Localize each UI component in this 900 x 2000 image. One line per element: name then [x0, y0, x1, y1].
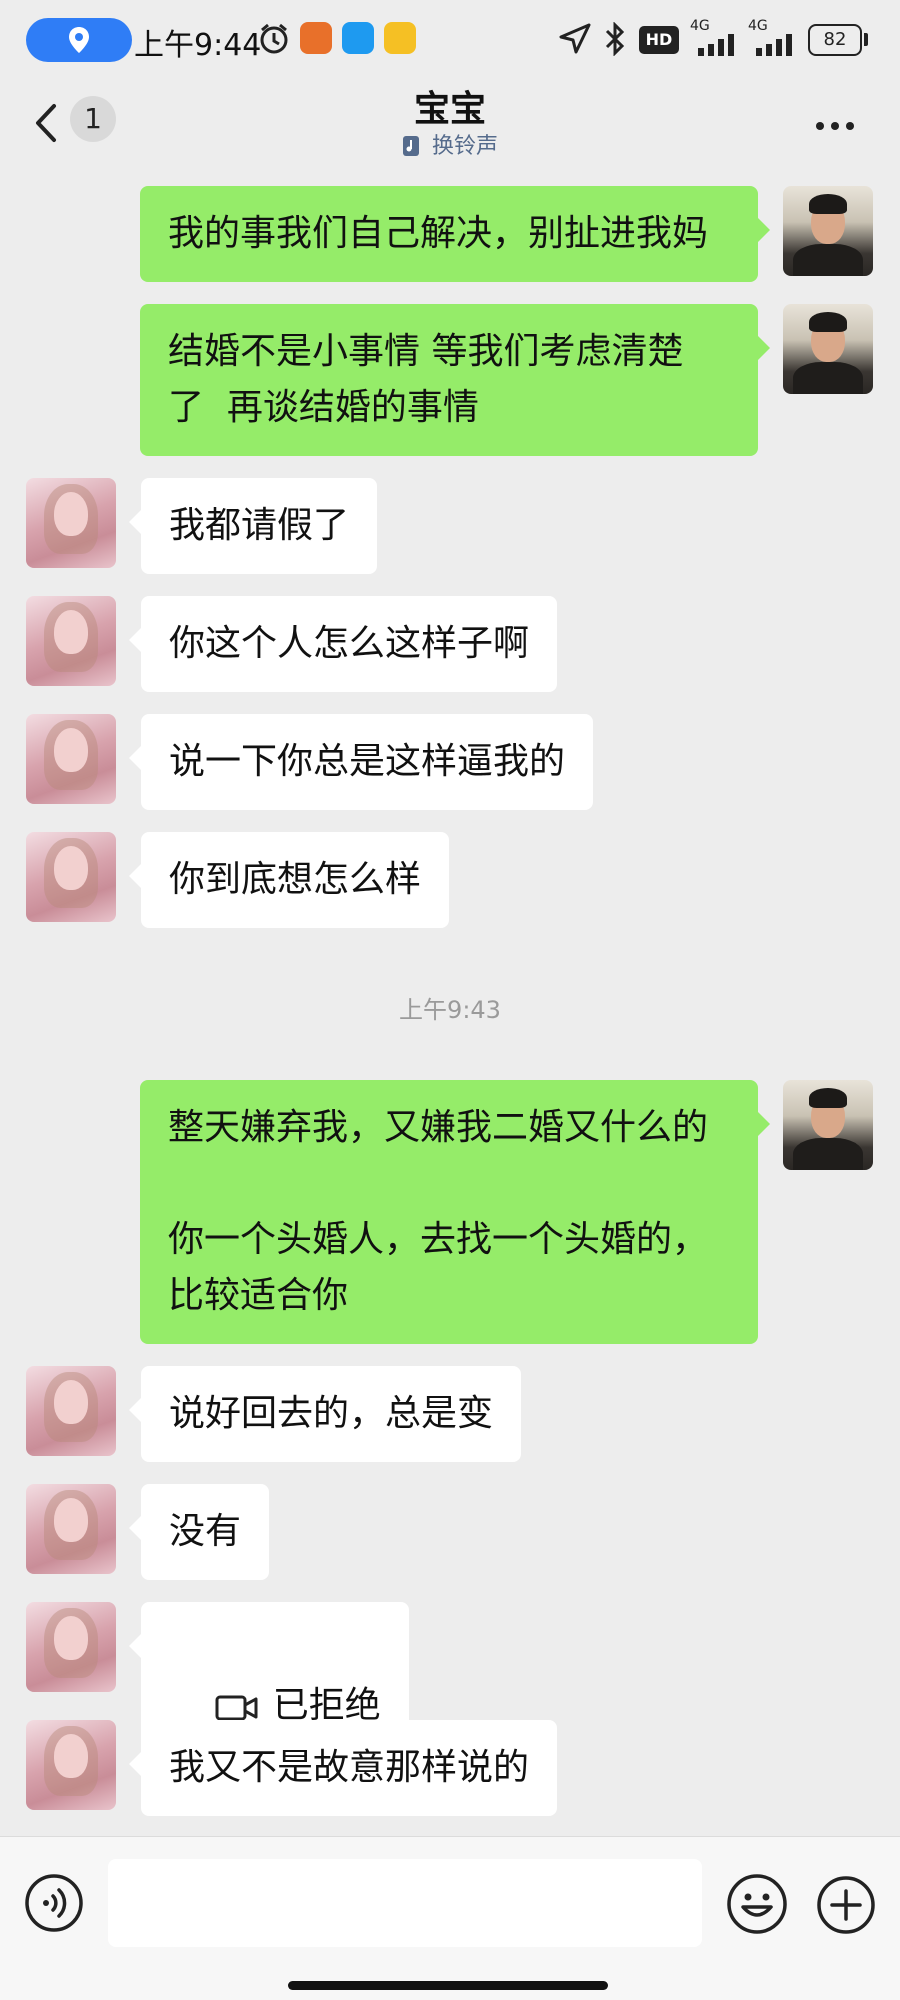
app-tiger-icon: [300, 22, 332, 54]
avatar-contact[interactable]: [26, 596, 116, 686]
avatar-contact[interactable]: [26, 1602, 116, 1692]
chat-timestamp: 上午9:43: [399, 996, 501, 1024]
app-yellow-icon: [384, 22, 416, 54]
app-blue-icon: [342, 22, 374, 54]
status-bar: 上午9:44 HD 4G 4G 82: [0, 0, 900, 80]
avatar-contact[interactable]: [26, 1720, 116, 1810]
bluetooth-icon: [605, 22, 625, 56]
hd-voice-badge: HD: [639, 26, 679, 54]
message-bubble-out[interactable]: 我的事我们自己解决，别扯进我妈: [140, 186, 770, 282]
battery-tip: [864, 33, 868, 46]
input-bar: [0, 1836, 900, 2000]
video-call-icon: [215, 1695, 258, 1721]
message-bubble-in[interactable]: 说一下你总是这样逼我的: [128, 714, 594, 810]
navigation-icon: [559, 23, 591, 54]
avatar-contact[interactable]: [26, 1484, 116, 1574]
message-bubble-in[interactable]: 没有: [128, 1484, 270, 1580]
avatar-me[interactable]: [783, 1080, 873, 1170]
message-bubble-in[interactable]: 你到底想怎么样: [128, 832, 450, 928]
message-input[interactable]: [108, 1859, 702, 1947]
avatar-contact[interactable]: [26, 1366, 116, 1456]
ringtone-label: 换铃声: [431, 134, 498, 159]
message-bubble-in[interactable]: 我又不是故意那样说的: [128, 1720, 558, 1816]
battery-indicator: 82: [808, 24, 862, 56]
emoji-button[interactable]: [726, 1873, 788, 1939]
chat-header: 1 宝宝 换铃声: [0, 80, 900, 170]
more-functions-button[interactable]: [816, 1875, 876, 1939]
signal-icon-2: [756, 34, 792, 56]
avatar-contact[interactable]: [26, 714, 116, 804]
message-bubble-in[interactable]: 我都请假了: [128, 478, 378, 574]
avatar-me[interactable]: [783, 304, 873, 394]
signal-icon: [698, 34, 734, 56]
music-note-icon: [402, 136, 419, 156]
message-bubble-in[interactable]: 说好回去的，总是变: [128, 1366, 522, 1462]
status-time: 上午9:44: [134, 28, 262, 63]
alarm-icon: [260, 23, 288, 54]
ringtone-link[interactable]: 换铃声: [0, 128, 900, 160]
avatar-contact[interactable]: [26, 478, 116, 568]
voice-icon: [25, 1874, 83, 1932]
avatar-contact[interactable]: [26, 832, 116, 922]
location-icon: [69, 27, 89, 53]
plus-icon: [817, 1876, 875, 1934]
home-indicator[interactable]: [288, 1981, 608, 1990]
more-icon: [816, 122, 854, 130]
more-options-button[interactable]: [810, 106, 860, 146]
emoji-icon: [727, 1874, 787, 1934]
message-bubble-out[interactable]: 结婚不是小事情 等我们考虑清楚 了 再谈结婚的事情: [140, 304, 770, 456]
avatar-me[interactable]: [783, 186, 873, 276]
location-indicator[interactable]: [26, 18, 132, 62]
chat-title: 宝宝: [413, 89, 486, 130]
message-bubble-out[interactable]: 整天嫌弃我，又嫌我二婚又什么的 你一个头婚人，去找一个头婚的， 比较适合你: [140, 1080, 770, 1344]
voice-input-button[interactable]: [24, 1873, 84, 1937]
message-bubble-in[interactable]: 你这个人怎么这样子啊: [128, 596, 558, 692]
